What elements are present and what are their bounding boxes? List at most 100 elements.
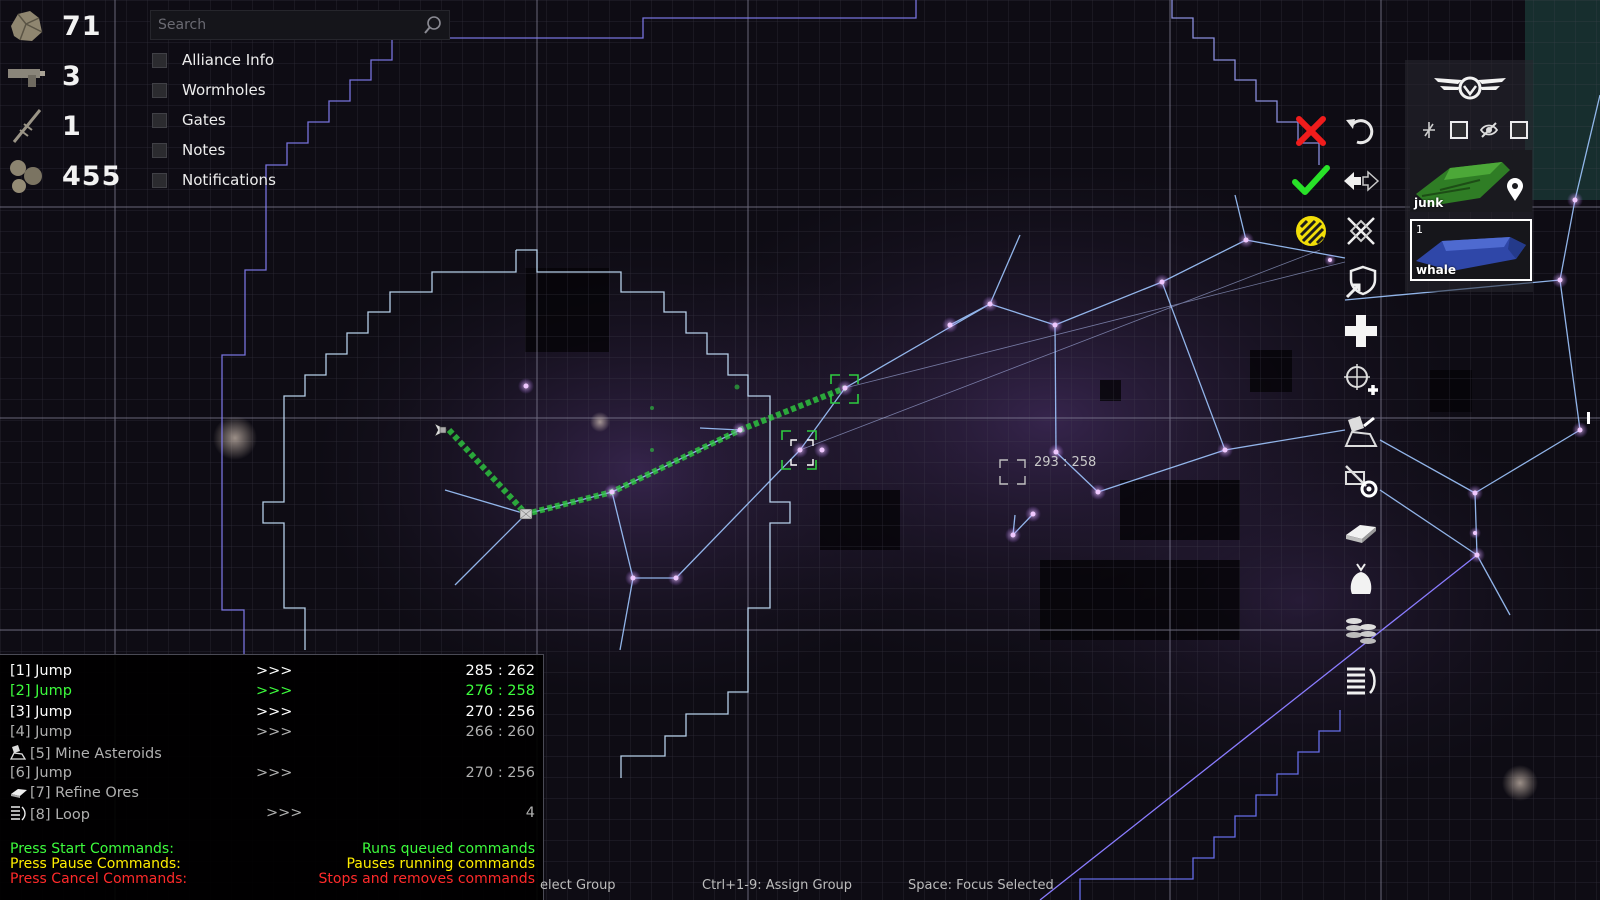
command-row[interactable]: [7] Refine Ores bbox=[10, 785, 535, 805]
command-text: [4] Jump bbox=[10, 723, 72, 740]
hint-description: Runs queued commands bbox=[362, 841, 535, 857]
no-attack-icon[interactable] bbox=[1340, 210, 1382, 252]
mine-icon[interactable] bbox=[1340, 410, 1382, 452]
command-text: [7] Refine Ores bbox=[30, 784, 139, 801]
weapon-icon bbox=[4, 56, 48, 96]
command-target: 270 : 256 bbox=[465, 764, 535, 781]
square-toggle-icon[interactable] bbox=[1509, 120, 1529, 144]
cancel-icon[interactable] bbox=[1290, 110, 1332, 152]
eye-off-icon[interactable] bbox=[1479, 120, 1499, 144]
auto-refine-icon[interactable] bbox=[1340, 460, 1382, 502]
deposit-icon[interactable] bbox=[1340, 560, 1382, 602]
command-hint: Press Cancel Commands: Stops and removes … bbox=[10, 871, 535, 887]
hint-select-group: elect Group bbox=[540, 878, 616, 893]
command-text: [6] Jump bbox=[10, 764, 72, 781]
command-row[interactable]: [3] Jump >>> 270 : 256 bbox=[10, 704, 535, 724]
target-add-icon[interactable] bbox=[1340, 360, 1382, 402]
refine-icon[interactable] bbox=[1340, 510, 1382, 552]
square-toggle-icon[interactable] bbox=[1449, 120, 1469, 144]
defend-icon[interactable] bbox=[1340, 260, 1382, 302]
command-hint: Press Start Commands: Runs queued command… bbox=[10, 841, 535, 857]
hint-focus-selected: Space: Focus Selected bbox=[908, 878, 1054, 893]
checkbox[interactable] bbox=[152, 52, 167, 68]
hazard-icon[interactable] bbox=[1290, 210, 1332, 252]
star bbox=[1502, 765, 1538, 801]
loop-icon[interactable] bbox=[1340, 660, 1382, 702]
swap-direction-icon[interactable] bbox=[1340, 160, 1382, 202]
resource-value: 1 bbox=[62, 110, 82, 142]
search-input[interactable] bbox=[151, 11, 413, 39]
ship-icon bbox=[519, 508, 533, 520]
undo-icon[interactable] bbox=[1340, 108, 1382, 150]
hint-key: Press Cancel Commands: bbox=[10, 871, 188, 887]
command-arrows: >>> bbox=[256, 663, 293, 679]
command-arrows: >>> bbox=[256, 703, 293, 720]
command-arrows: >>> bbox=[266, 805, 303, 822]
filter-notes[interactable]: Notes bbox=[152, 139, 225, 161]
filter-label: Notifications bbox=[182, 171, 276, 189]
command-arrows: >>> bbox=[256, 723, 293, 740]
command-row[interactable]: [5] Mine Asteroids bbox=[9, 744, 535, 764]
command-label: [6] Jump bbox=[10, 765, 72, 781]
filter-label: Gates bbox=[182, 111, 226, 129]
command-label: [7] Refine Ores bbox=[10, 785, 139, 803]
ship-card-junk[interactable]: junk bbox=[1410, 150, 1532, 212]
filter-alliance-info[interactable]: Alliance Info bbox=[152, 49, 274, 71]
command-text: [1] Jump bbox=[10, 663, 72, 679]
hint-description: Stops and removes commands bbox=[318, 871, 535, 887]
command-label: [4] Jump bbox=[10, 724, 72, 740]
resource-value: 455 bbox=[62, 160, 122, 192]
command-label: [1] Jump bbox=[10, 663, 72, 679]
command-row[interactable]: [4] Jump >>> 266 : 260 bbox=[10, 724, 535, 744]
command-label: [2] Jump bbox=[10, 683, 72, 699]
command-target: 4 bbox=[525, 805, 535, 822]
loop-icon bbox=[10, 805, 30, 825]
unit-controls bbox=[1419, 120, 1529, 144]
filter-wormholes[interactable]: Wormholes bbox=[152, 79, 266, 101]
rocks-icon bbox=[4, 156, 48, 196]
command-target: 285 : 262 bbox=[465, 663, 535, 679]
search-box bbox=[150, 10, 450, 40]
command-arrows: >>> bbox=[256, 683, 293, 700]
resource-value: 3 bbox=[62, 60, 82, 92]
command-target: 266 : 260 bbox=[465, 723, 535, 740]
location-pin-icon[interactable] bbox=[1506, 178, 1524, 206]
refine-icon bbox=[10, 785, 30, 803]
command-label: [5] Mine Asteroids bbox=[9, 744, 162, 764]
command-row[interactable]: [6] Jump >>> 270 : 256 bbox=[10, 765, 535, 785]
command-target: 270 : 256 bbox=[465, 703, 535, 720]
ship-name: junk bbox=[1414, 196, 1444, 210]
filter-gates[interactable]: Gates bbox=[152, 109, 226, 131]
edge-marker bbox=[1587, 412, 1590, 424]
hint-assign-group: Ctrl+1-9: Assign Group bbox=[702, 878, 853, 893]
command-text: [3] Jump bbox=[10, 703, 72, 720]
command-row[interactable]: [8] Loop >>> 4 bbox=[10, 805, 535, 825]
filter-label: Alliance Info bbox=[182, 51, 275, 69]
checkbox[interactable] bbox=[152, 142, 167, 158]
command-hint: Press Pause Commands: Pauses running comm… bbox=[10, 856, 535, 872]
resource-rocks: 455 bbox=[4, 154, 121, 198]
resource-ore: 71 bbox=[4, 4, 102, 48]
star bbox=[213, 416, 257, 460]
add-icon[interactable] bbox=[1340, 310, 1382, 352]
filter-notifications[interactable]: Notifications bbox=[152, 169, 276, 191]
command-text: [5] Mine Asteroids bbox=[30, 746, 162, 763]
command-row[interactable]: [2] Jump >>> 276 : 258 bbox=[10, 683, 535, 703]
search-icon[interactable] bbox=[423, 15, 443, 39]
checkbox[interactable] bbox=[152, 172, 167, 188]
command-row[interactable]: [1] Jump >>> 285 : 262 bbox=[10, 663, 535, 683]
selected-count: 1 bbox=[1416, 223, 1423, 236]
confirm-icon[interactable] bbox=[1290, 160, 1332, 202]
stack-icon[interactable] bbox=[1340, 610, 1382, 652]
checkbox[interactable] bbox=[152, 112, 167, 128]
wrench-icon[interactable] bbox=[1419, 120, 1439, 144]
command-arrows: >>> bbox=[256, 764, 293, 781]
hint-description: Pauses running commands bbox=[346, 856, 535, 872]
command-label: [3] Jump bbox=[10, 704, 72, 720]
resource-antenna: 1 bbox=[4, 104, 82, 148]
checkbox[interactable] bbox=[152, 82, 167, 98]
ship-card-whale[interactable]: 1 whale bbox=[1410, 219, 1532, 281]
star bbox=[590, 412, 610, 432]
cursor-coordinates: 293 : 258 bbox=[1034, 455, 1097, 470]
filter-label: Notes bbox=[182, 141, 226, 159]
